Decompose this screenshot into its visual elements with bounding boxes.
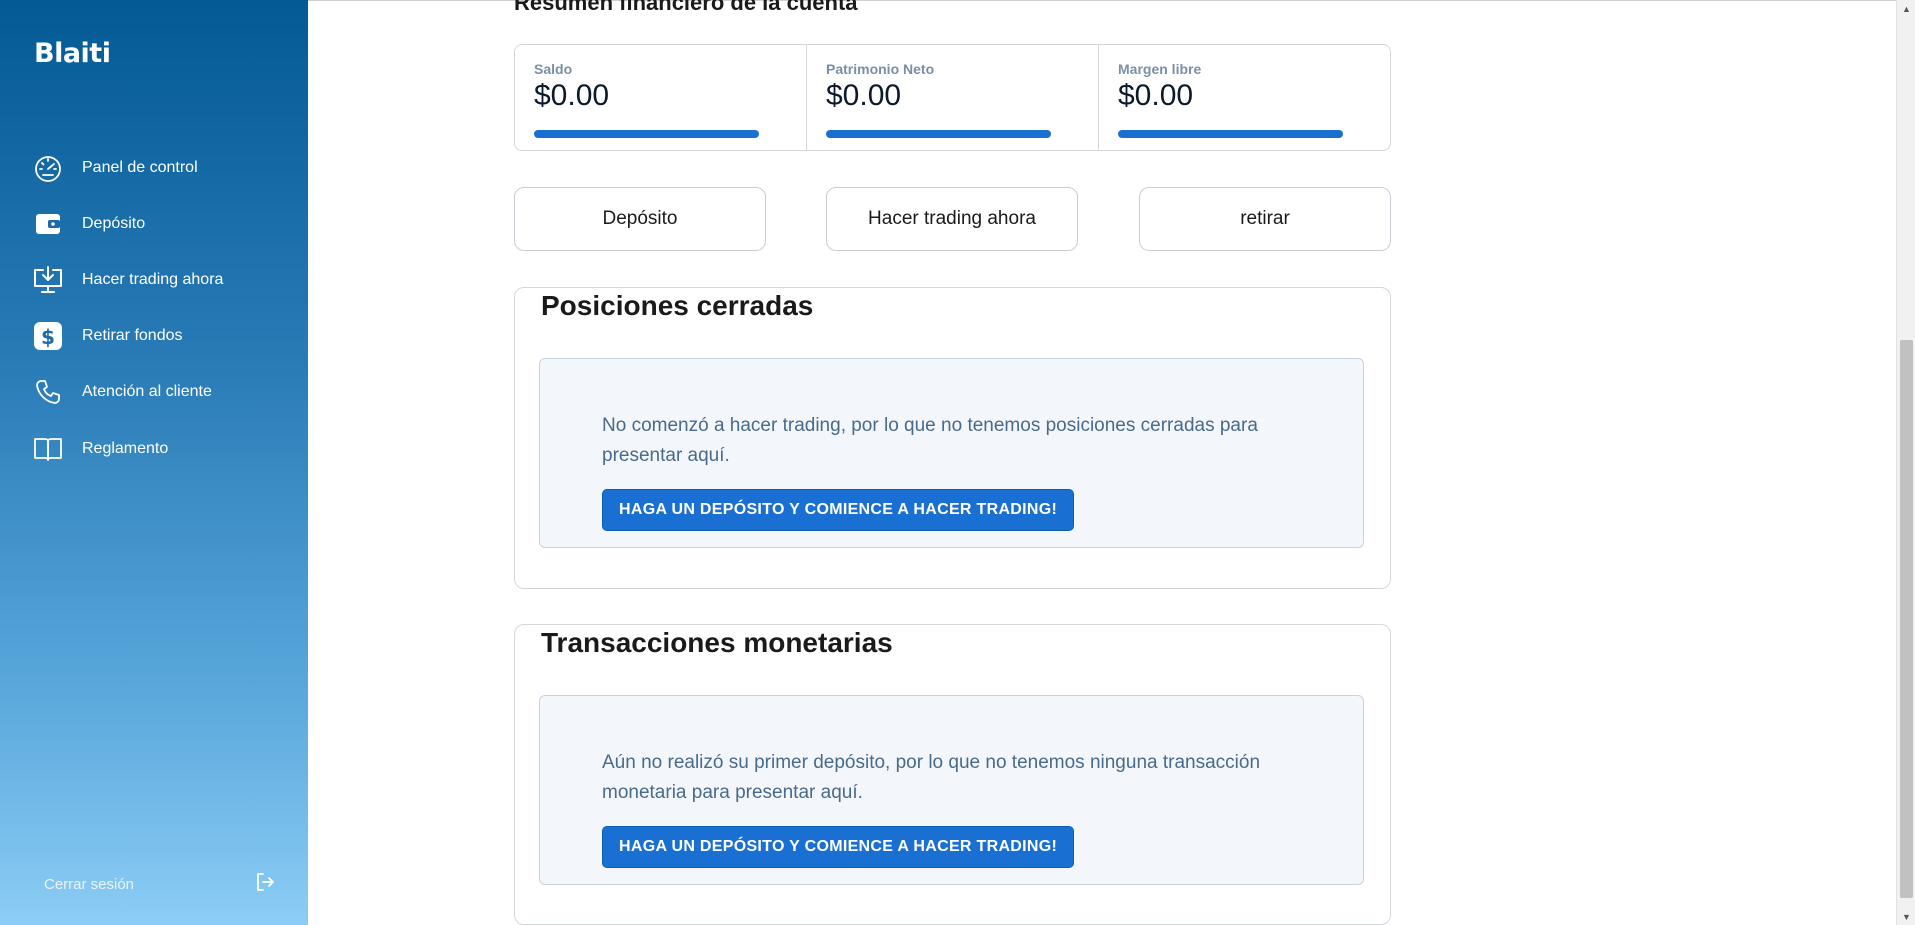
sidebar-item-label: Panel de control [82,159,198,176]
sidebar-item-rules[interactable]: Reglamento [32,429,292,469]
sidebar-item-deposit[interactable]: Depósito [32,204,292,244]
sidebar-item-label: Retirar fondos [82,327,183,344]
deposit-button[interactable]: Depósito [514,187,766,251]
sidebar-item-support[interactable]: Atención al cliente [32,372,292,412]
scroll-up-icon[interactable]: ▲ [1897,0,1915,17]
logout-label: Cerrar sesión [44,875,135,893]
vertical-scrollbar[interactable]: ▲ ▼ [1896,0,1915,925]
logout-icon [254,871,276,898]
logout-button[interactable]: Cerrar sesión [44,870,276,898]
summary-free-margin: Margen libre $0.00 [1098,45,1390,150]
sidebar-item-label: Atención al cliente [82,383,212,400]
dollar-icon: $ [32,320,64,352]
deposit-start-trading-button[interactable]: HAGA UN DEPÓSITO Y COMIENCE A HACER TRAD… [602,489,1075,531]
sidebar-item-label: Reglamento [82,440,169,457]
panel-title: Transacciones monetarias [541,627,893,658]
svg-text:$: $ [41,325,55,349]
section-heading: Resumen financiero de la cuenta [514,0,858,15]
summary-label: Margen libre [1118,61,1202,77]
phone-icon [32,376,64,408]
brand-logo[interactable]: Blaiti [34,38,111,69]
trade-now-button[interactable]: Hacer trading ahora [826,187,1078,251]
summary-bar [534,130,759,138]
summary-bar [826,130,1051,138]
wallet-icon [32,208,64,240]
summary-equity: Patrimonio Neto $0.00 [806,45,1098,150]
empty-state-message: Aún no realizó su primer depósito, por l… [602,752,1261,803]
summary-value: $0.00 [1118,79,1194,112]
sidebar-item-trade-now[interactable]: Hacer trading ahora [32,260,292,300]
panel-title: Posiciones cerradas [541,290,814,321]
gauge-icon [32,152,64,184]
scroll-thumb[interactable] [1900,340,1913,898]
summary-value: $0.00 [534,79,610,112]
sidebar: Blaiti Panel de control Depósito Hacer t… [0,0,308,925]
deposit-start-trading-button[interactable]: HAGA UN DEPÓSITO Y COMIENCE A HACER TRAD… [602,826,1075,868]
summary-label: Saldo [534,61,573,77]
summary-value: $0.00 [826,79,902,112]
transactions-panel: Transacciones monetarias Aún no realizó … [514,624,1391,925]
withdraw-button[interactable]: retirar [1139,187,1391,251]
sidebar-item-label: Depósito [82,215,146,232]
sidebar-item-dashboard[interactable]: Panel de control [32,148,292,188]
monitor-download-icon [32,264,64,296]
summary-balance: Saldo $0.00 [515,45,806,150]
scroll-down-icon[interactable]: ▼ [1897,908,1915,925]
financial-summary-card: Saldo $0.00 Patrimonio Neto $0.00 Margen… [514,44,1391,151]
sidebar-item-withdraw[interactable]: $ Retirar fondos [32,316,292,356]
summary-label: Patrimonio Neto [826,61,935,77]
empty-state-box: No comenzó a hacer trading, por lo que n… [539,358,1364,548]
summary-bar [1118,130,1343,138]
empty-state-box: Aún no realizó su primer depósito, por l… [539,695,1364,885]
empty-state-message: No comenzó a hacer trading, por lo que n… [602,415,1258,466]
closed-positions-panel: Posiciones cerradas No comenzó a hacer t… [514,287,1391,589]
sidebar-item-label: Hacer trading ahora [82,271,224,288]
book-icon [32,433,64,465]
